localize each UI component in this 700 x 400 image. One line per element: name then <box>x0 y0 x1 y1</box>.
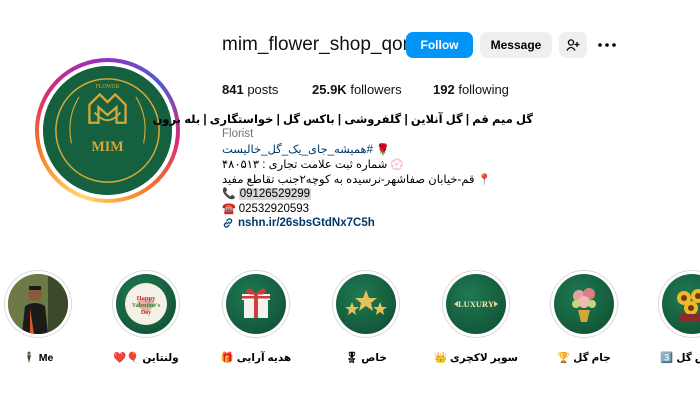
sunflower-box-image <box>677 289 700 322</box>
person-photo-image <box>8 274 68 334</box>
highlight-super-luxury[interactable]: LUXURY سوپر لاکچری 👑 <box>426 270 526 364</box>
more-horizontal-icon <box>598 43 616 47</box>
svg-text:Day: Day <box>141 310 151 316</box>
svg-text:MIM: MIM <box>91 139 123 155</box>
gift-box-icon <box>242 288 270 318</box>
bio-phone-mobile: 09126529299 <box>238 187 312 200</box>
highlight-cover <box>554 274 614 334</box>
highlight-cover-ring <box>222 270 290 338</box>
highlight-cover-ring <box>658 270 700 338</box>
highlight-cover <box>226 274 286 334</box>
luxury-cover-image: LUXURY <box>454 299 498 309</box>
bio-phone2-line: ☎️ 02532920593 <box>222 202 310 216</box>
highlight-label: جام گل 🏆 <box>557 352 611 364</box>
highlight-me[interactable]: Me 🕴 <box>0 270 88 364</box>
bio-hashtag[interactable]: #همیشه_جای_یک_گل_خالیست <box>222 142 373 156</box>
highlight-cover-ring <box>332 270 400 338</box>
highlight-cover-ring <box>550 270 618 338</box>
svg-text:LUXURY: LUXURY <box>458 299 494 309</box>
highlight-cover <box>336 274 396 334</box>
phone-emoji-icon: 📞 <box>222 188 236 200</box>
highlight-special[interactable]: خاص 🎖 <box>316 270 416 364</box>
highlight-label: هدیه آرایی 🎁 <box>220 352 292 364</box>
bio-hashtag-line: #همیشه_جای_یک_گل_خالیست 🌹 <box>222 142 393 157</box>
bio-address-line: قم-خیابان صفاشهر-نرسیده به کوچه۲جنب تقاط… <box>222 172 494 187</box>
bio-title: گل میم قم | گل آنلاین | گلفروشی | باکس گ… <box>152 114 533 126</box>
profile-stats: 841 posts 25.9K followers 192 following <box>222 82 509 97</box>
highlight-cover <box>8 274 68 334</box>
highlight-label: Me 🕴 <box>22 352 54 364</box>
bio-address: قم-خیابان صفاشهر-نرسیده به کوچه۲جنب تقاط… <box>222 174 475 186</box>
highlight-cover: Happy Valentine's Day <box>116 274 176 334</box>
followers-stat[interactable]: 25.9K followers <box>312 82 433 97</box>
bio-link-line: nshn.ir/26sbsGtdNx7C5h <box>222 217 375 229</box>
more-options-button[interactable] <box>597 36 617 54</box>
svg-text:Valentine's: Valentine's <box>132 303 161 309</box>
add-user-icon <box>566 39 580 51</box>
highlight-cover-ring <box>4 270 72 338</box>
svg-text:Happy: Happy <box>137 295 157 302</box>
highlight-cover-ring: Happy Valentine's Day <box>112 270 180 338</box>
flower-vase-image <box>572 288 596 322</box>
profile-avatar: MIM FLOWER <box>39 62 176 199</box>
highlight-label: سوپر لاکچری 👑 <box>434 352 518 364</box>
highlight-flower-vase[interactable]: جام گل 🏆 <box>534 270 634 364</box>
profile-category: Florist <box>222 128 254 140</box>
bio-external-link[interactable]: nshn.ir/26sbsGtdNx7C5h <box>238 217 375 229</box>
suggest-user-button[interactable] <box>559 32 587 58</box>
pin-emoji-icon: 📍 <box>477 173 492 186</box>
highlight-label: ولنتاین 🎈❤️ <box>113 352 179 364</box>
highlight-gift-wrapping[interactable]: هدیه آرایی 🎁 <box>206 270 306 364</box>
highlight-cover-ring: LUXURY <box>442 270 510 338</box>
bio-phone1-line: 📞 09126529299 <box>222 187 312 200</box>
mim-logo-image: MIM FLOWER <box>43 66 172 195</box>
link-icon <box>223 218 233 228</box>
rose-emoji-icon: 🌹 <box>376 143 390 156</box>
bio-trademark-line: شماره ثبت علامت تجاری : ۴۸۰۵۱۳ 💮 <box>222 157 407 172</box>
highlight-cover: LUXURY <box>446 274 506 334</box>
message-button[interactable]: Message <box>480 32 552 58</box>
bio-phone-landline: 02532920593 <box>238 202 310 215</box>
highlight-flower-box[interactable]: باکس گل 3️⃣ <box>642 270 700 364</box>
telephone-emoji-icon: ☎️ <box>222 203 236 215</box>
profile-username: mim_flower_shop_qom <box>222 34 419 55</box>
profile-avatar-ring[interactable]: MIM FLOWER <box>35 58 180 203</box>
bio-trademark: شماره ثبت علامت تجاری : ۴۸۰۵۱۳ <box>222 159 388 171</box>
posts-stat: 841 posts <box>222 82 279 97</box>
valentine-cover-image: Happy Valentine's Day <box>125 283 167 325</box>
stars-icon <box>345 290 387 315</box>
highlight-label: باکس گل 3️⃣ <box>660 352 700 364</box>
highlight-valentine[interactable]: Happy Valentine's Day ولنتاین 🎈❤️ <box>96 270 196 364</box>
svg-text:FLOWER: FLOWER <box>96 84 120 90</box>
highlight-cover <box>662 274 700 334</box>
follow-button[interactable]: Follow <box>406 32 473 58</box>
highlight-label: خاص 🎖 <box>345 352 387 364</box>
following-stat[interactable]: 192 following <box>433 82 509 97</box>
flower-emoji-icon: 💮 <box>390 158 405 171</box>
